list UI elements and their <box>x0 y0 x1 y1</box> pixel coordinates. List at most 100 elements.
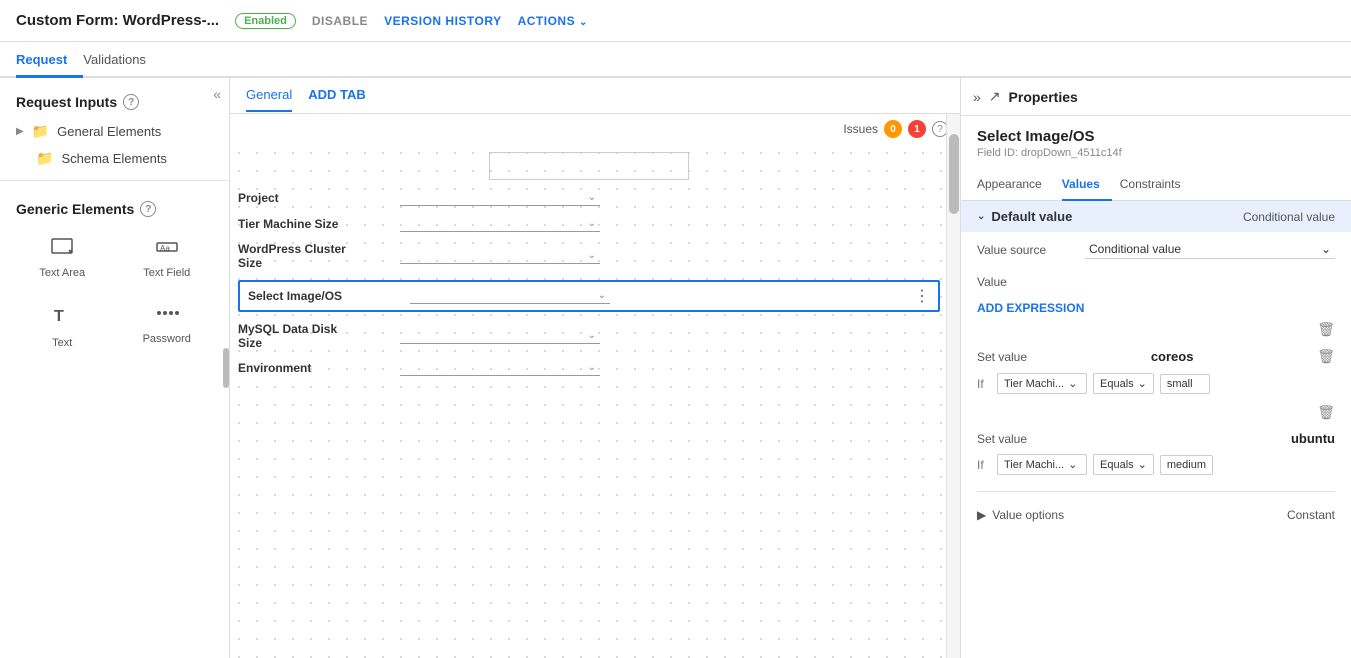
canvas-tab-general[interactable]: General <box>246 79 292 112</box>
mysql-data-disk-size-input[interactable]: ⌄ <box>400 328 600 344</box>
svg-text:Aa: Aa <box>160 244 170 253</box>
delete-expression-icon[interactable]: 🗑 <box>1317 321 1335 338</box>
sidebar-item-schema-elements[interactable]: 📁 Schema Elements <box>0 145 229 172</box>
panel-external-icon[interactable]: ↗ <box>989 88 1001 105</box>
request-inputs-help-icon[interactable]: ? <box>123 94 139 110</box>
delete-block-2-icon[interactable]: 🗑 <box>1317 404 1335 421</box>
condition-field-select-1[interactable]: Tier Machi... ⌄ <box>997 373 1087 394</box>
page-title: Custom Form: WordPress-... <box>16 12 219 29</box>
collapse-sidebar-button[interactable]: « <box>213 86 221 102</box>
tab-request[interactable]: Request <box>16 44 83 78</box>
password-icon <box>155 303 179 329</box>
default-value-chevron-icon: ⌄ <box>977 211 985 222</box>
sio-chevron-icon: ⌄ <box>598 290 606 301</box>
generic-items-grid: Text Area Aa Text Field T <box>16 229 213 357</box>
canvas-tabs: General ADD TAB <box>230 78 960 114</box>
project-label: Project <box>238 191 388 205</box>
default-value-row[interactable]: ⌄ Default value Conditional value <box>961 201 1351 232</box>
panel-tabs: Appearance Values Constraints <box>961 169 1351 201</box>
right-panel-header: » ↗ Properties <box>961 78 1351 116</box>
arrow-icon: ▶ <box>16 126 24 137</box>
cond-op-chevron-icon: ⌄ <box>1138 377 1147 390</box>
issues-orange-badge: 0 <box>884 120 902 138</box>
enabled-badge: Enabled <box>235 13 296 29</box>
wc-chevron-icon: ⌄ <box>588 250 596 261</box>
project-chevron-icon: ⌄ <box>588 192 596 203</box>
generic-elements-title: Generic Elements ? <box>16 201 213 217</box>
environment-input[interactable]: ⌄ <box>400 360 600 376</box>
value-source-chevron-icon: ⌄ <box>1321 242 1331 256</box>
wordpress-cluster-size-input[interactable]: ⌄ <box>400 248 600 264</box>
table-row: Project ⌄ <box>238 190 940 206</box>
actions-menu[interactable]: ACTIONS ⌄ <box>518 14 588 28</box>
condition-op-select-1[interactable]: Equals ⌄ <box>1093 373 1154 394</box>
env-chevron-icon: ⌄ <box>588 362 596 373</box>
text-area-icon <box>50 237 74 263</box>
generic-item-text-area[interactable]: Text Area <box>16 229 109 287</box>
value-row: Value <box>961 267 1351 297</box>
panel-tab-constraints[interactable]: Constraints <box>1120 169 1193 201</box>
folder-icon: 📁 <box>32 123 49 140</box>
add-expression-button[interactable]: ADD EXPRESSION <box>961 297 1351 319</box>
set-value-block-2: Set value ubuntu If Tier Machi... ⌄ Equa… <box>961 423 1351 483</box>
condition-value-2: medium <box>1160 455 1213 475</box>
table-row: Environment ⌄ <box>238 360 940 376</box>
canvas-scrollbar[interactable] <box>946 114 960 658</box>
divider <box>977 491 1335 492</box>
value-options-row[interactable]: ▶ Value options Constant <box>961 500 1351 530</box>
generic-elements-help-icon[interactable]: ? <box>140 201 156 217</box>
version-history-action[interactable]: VERSION HISTORY <box>384 14 502 28</box>
cond-field-chevron-icon: ⌄ <box>1068 377 1077 390</box>
generic-item-password[interactable]: Password <box>121 295 214 357</box>
tab-validations[interactable]: Validations <box>83 44 162 78</box>
condition-value-1: small <box>1160 374 1210 394</box>
sidebar-scrollbar[interactable] <box>223 348 229 388</box>
tier-machine-size-input[interactable]: ⌄ <box>400 216 600 232</box>
values-content: ⌄ Default value Conditional value Value … <box>961 201 1351 658</box>
canvas-tab-add[interactable]: ADD TAB <box>308 79 366 112</box>
canvas-body: Project ⌄ Tier Machine Size ⌄ WordPress … <box>230 144 960 658</box>
project-input[interactable]: ⌄ <box>400 190 600 206</box>
field-title: Select Image/OS <box>961 116 1351 145</box>
disable-action[interactable]: DISABLE <box>312 14 368 28</box>
set-value-block-1: Set value coreos 🗑 If Tier Machi... ⌄ Eq… <box>961 340 1351 402</box>
sidebar-item-general-elements[interactable]: ▶ 📁 General Elements <box>0 118 229 145</box>
value-source-row: Value source Conditional value ⌄ <box>961 232 1351 267</box>
delete-set-value-1-icon[interactable]: 🗑 <box>1317 348 1335 365</box>
select-image-os-input[interactable]: ⌄ <box>410 288 610 304</box>
condition-op-select-2[interactable]: Equals ⌄ <box>1093 454 1154 475</box>
condition-field-select-2[interactable]: Tier Machi... ⌄ <box>997 454 1087 475</box>
request-inputs-title: Request Inputs ? <box>0 78 229 118</box>
cond-op-2-chevron-icon: ⌄ <box>1138 458 1147 471</box>
select-image-os-field[interactable]: Select Image/OS ⌄ ⋮ <box>238 280 940 312</box>
environment-label: Environment <box>238 361 388 375</box>
table-row: MySQL Data DiskSize ⌄ <box>238 322 940 350</box>
panel-tab-values[interactable]: Values <box>1062 169 1112 201</box>
sidebar-divider <box>0 180 229 181</box>
field-id: Field ID: dropDown_4511c14f <box>961 145 1351 169</box>
text-icon: T <box>50 303 74 333</box>
issues-bar: Issues 0 1 ? <box>230 114 960 144</box>
condition-row-2: If Tier Machi... ⌄ Equals ⌄ medium <box>977 450 1335 479</box>
textarea-element[interactable] <box>489 152 689 180</box>
right-panel: » ↗ Properties Select Image/OS Field ID:… <box>961 78 1351 658</box>
svg-text:T: T <box>54 308 64 325</box>
value-source-select[interactable]: Conditional value ⌄ <box>1085 240 1335 259</box>
main-layout: « Request Inputs ? ▶ 📁 General Elements … <box>0 78 1351 658</box>
text-field-icon: Aa <box>155 237 179 263</box>
select-image-os-label: Select Image/OS <box>248 289 398 303</box>
three-dots-menu[interactable]: ⋮ <box>914 286 930 306</box>
top-textarea-stub <box>238 152 940 180</box>
cond-field-2-chevron-icon: ⌄ <box>1068 458 1077 471</box>
generic-elements-section: Generic Elements ? Text Area <box>0 189 229 369</box>
table-row: Select Image/OS ⌄ <box>248 288 930 304</box>
generic-item-text[interactable]: T Text <box>16 295 109 357</box>
tier-machine-size-label: Tier Machine Size <box>238 217 388 231</box>
panel-tab-appearance[interactable]: Appearance <box>977 169 1054 201</box>
wordpress-cluster-size-label: WordPress ClusterSize <box>238 242 388 270</box>
generic-item-text-field[interactable]: Aa Text Field <box>121 229 214 287</box>
value-options-arrow-icon: ▶ <box>977 508 986 522</box>
condition-row-1: If Tier Machi... ⌄ Equals ⌄ small <box>977 369 1335 398</box>
panel-expand-icon[interactable]: » <box>973 89 981 105</box>
table-row: WordPress ClusterSize ⌄ <box>238 242 940 270</box>
